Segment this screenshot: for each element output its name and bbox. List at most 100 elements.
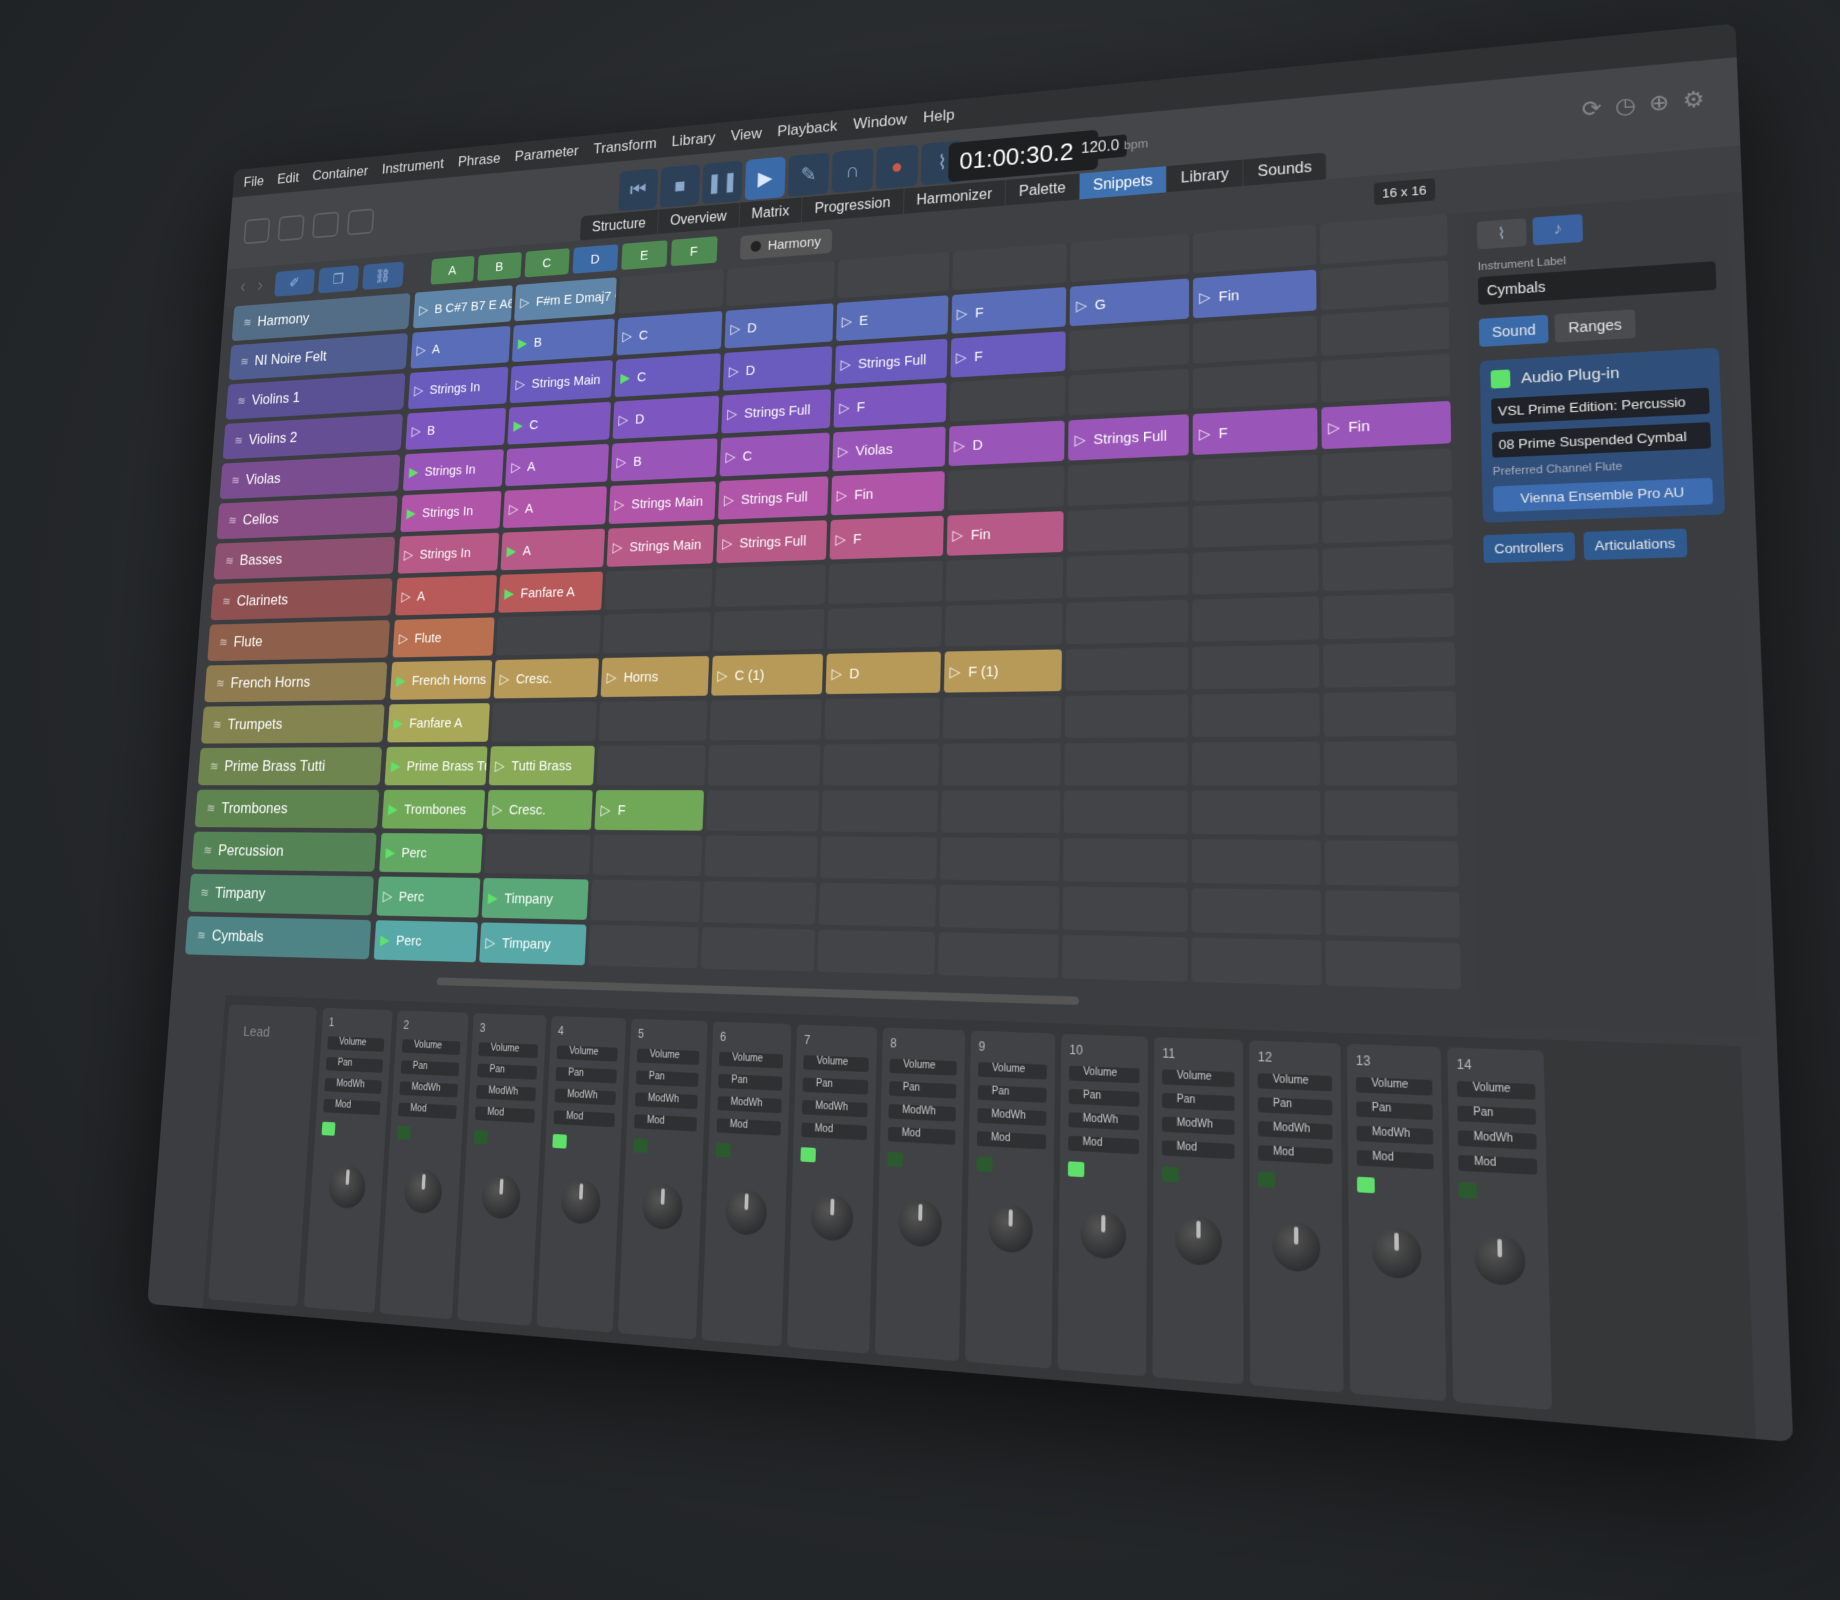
track-timpany[interactable]: ≋ Timpany (188, 873, 375, 916)
matrix-cell[interactable] (821, 790, 938, 833)
play-icon[interactable]: ▷ (616, 454, 627, 471)
mute-led[interactable] (552, 1133, 567, 1149)
play-icon[interactable]: ▷ (515, 376, 525, 392)
insert-slot[interactable]: Volume (327, 1036, 385, 1052)
menu-edit[interactable]: Edit (277, 169, 300, 187)
matrix-cell[interactable]: ▷ Violas (831, 426, 946, 472)
matrix-cell[interactable]: ▶ Fanfare A (387, 703, 491, 743)
insert-slot[interactable]: Pan (1257, 1097, 1333, 1116)
matrix-cell[interactable] (1192, 790, 1321, 835)
matrix-cell[interactable] (1064, 742, 1189, 786)
matrix-cell[interactable]: ▷ C (1) (711, 653, 823, 696)
playing-icon[interactable]: ▶ (385, 844, 395, 861)
playing-icon[interactable]: ▶ (487, 889, 498, 906)
matrix-cell[interactable] (822, 743, 939, 786)
insert-slot[interactable]: ModWh (324, 1077, 382, 1094)
snippet-clip[interactable]: ▷ Cresc. (486, 789, 593, 830)
matrix-cell[interactable] (944, 602, 1063, 647)
mute-led[interactable] (1258, 1171, 1276, 1188)
insert-slot[interactable]: ModWh (888, 1103, 956, 1122)
play-icon[interactable]: ▷ (717, 667, 728, 684)
matrix-cell[interactable]: ▷ Fin (946, 511, 1065, 556)
mute-led[interactable] (1161, 1166, 1179, 1183)
track-cymbals[interactable]: ≋ Cymbals (184, 916, 372, 960)
play-icon[interactable]: ▷ (485, 934, 496, 951)
matrix-cell[interactable] (1192, 501, 1319, 548)
insert-slot[interactable]: Mod (1161, 1140, 1235, 1160)
section-d[interactable]: D (572, 244, 619, 274)
mute-led[interactable] (473, 1129, 488, 1145)
grid-size-select[interactable]: 16 x 16 (1373, 178, 1435, 206)
insert-slot[interactable]: Volume (718, 1051, 784, 1069)
menu-help[interactable]: Help (923, 106, 955, 127)
snippet-clip[interactable]: ▷ Strings Full (716, 520, 827, 564)
play-icon[interactable]: ▷ (956, 349, 967, 367)
snippet-clip[interactable]: ▶ Prime Brass Tutti (384, 746, 488, 786)
matrix-cell[interactable] (949, 375, 1066, 422)
insert-slot[interactable]: Pan (1068, 1088, 1140, 1107)
matrix-cell[interactable]: ▷ Fin (1193, 269, 1317, 319)
snippet-clip[interactable]: ▶ Strings In (400, 490, 502, 533)
snippet-clip[interactable]: ▷ F (950, 331, 1067, 378)
section-f[interactable]: F (670, 236, 718, 267)
insert-slot[interactable]: Pan (325, 1057, 384, 1073)
snippet-clip[interactable]: ▶ Trombones (382, 789, 486, 830)
snippet-clip[interactable]: ▷ D (722, 346, 833, 391)
play-icon[interactable]: ▷ (499, 671, 509, 688)
zoom-icon[interactable]: ⊕ (1649, 89, 1670, 117)
matrix-cell[interactable]: ▷ Strings In (398, 532, 500, 574)
snippet-clip[interactable]: ▶ C (614, 353, 721, 398)
mute-led[interactable] (887, 1151, 904, 1168)
insert-slot[interactable]: Pan (1457, 1105, 1537, 1125)
play-icon[interactable]: ▷ (1328, 418, 1340, 436)
snippet-clip[interactable]: ▶ B (512, 318, 615, 363)
insert-slot[interactable]: Mod (887, 1126, 956, 1145)
matrix-cell[interactable] (1063, 886, 1188, 933)
menu-phrase[interactable]: Phrase (457, 150, 501, 171)
settings-icon[interactable]: ⚙ (1682, 86, 1705, 114)
play-icon[interactable]: ▷ (835, 531, 846, 548)
matrix-cell[interactable] (824, 697, 940, 740)
matrix-cell[interactable] (828, 560, 943, 605)
matrix-cell[interactable] (588, 924, 699, 969)
play-icon[interactable]: ▷ (495, 757, 506, 774)
matrix-cell[interactable] (484, 833, 591, 875)
matrix-cell[interactable]: ▷ C (616, 311, 723, 356)
snippet-clip[interactable]: ▷ Strings Full (721, 389, 831, 434)
snippet-clip[interactable]: ▷ Strings Main (509, 360, 613, 404)
matrix-cell[interactable]: ▶ Fanfare A (498, 571, 604, 613)
layout-icon[interactable] (311, 211, 340, 239)
track-percussion[interactable]: ≋ Percussion (191, 831, 378, 872)
matrix-cell[interactable] (1070, 233, 1190, 283)
snippet-clip[interactable]: ▶ French Horns (390, 660, 493, 700)
matrix-cell[interactable]: ▷ Fin (830, 471, 945, 516)
volume-knob[interactable] (1271, 1220, 1320, 1273)
mute-led[interactable] (976, 1156, 993, 1173)
section-c[interactable]: C (524, 248, 570, 278)
snippet-clip[interactable]: ▷ F#m E Dmaj7 C#m (514, 277, 617, 322)
insert-slot[interactable]: Mod (1356, 1149, 1434, 1170)
play-icon[interactable]: ▷ (612, 539, 623, 556)
matrix-cell[interactable]: ▷ B C#7 B7 E A6(add (413, 285, 514, 329)
matrix-cell[interactable]: ▷ C (719, 432, 830, 477)
matrix-cell[interactable] (1192, 596, 1320, 642)
matrix-cell[interactable]: ▶ Trombones (382, 789, 486, 830)
insert-slot[interactable]: ModWh (399, 1081, 459, 1098)
matrix-cell[interactable] (1192, 741, 1321, 786)
tab-ranges[interactable]: Ranges (1554, 309, 1636, 343)
snippet-clip[interactable]: ▷ D (825, 651, 941, 695)
matrix-cell[interactable]: ▷ Timpany (479, 922, 587, 966)
volume-knob[interactable] (480, 1173, 521, 1220)
play-icon[interactable]: ▷ (730, 321, 741, 337)
matrix-cell[interactable] (1063, 838, 1189, 883)
insert-slot[interactable]: Volume (478, 1042, 539, 1059)
matrix-cell[interactable] (1192, 454, 1319, 502)
matrix-cell[interactable]: ▶ Timpany (481, 877, 589, 920)
matrix-cell[interactable]: ▷ F (1) (943, 649, 1063, 693)
mute-led[interactable] (800, 1147, 816, 1163)
mute-led[interactable] (396, 1125, 411, 1140)
track-trombones[interactable]: ≋ Trombones (194, 789, 380, 829)
matrix-cell[interactable] (1324, 740, 1458, 786)
matrix-cell[interactable]: ▷ E (835, 295, 949, 342)
snippet-clip[interactable]: ▷ Strings Main (608, 481, 716, 525)
